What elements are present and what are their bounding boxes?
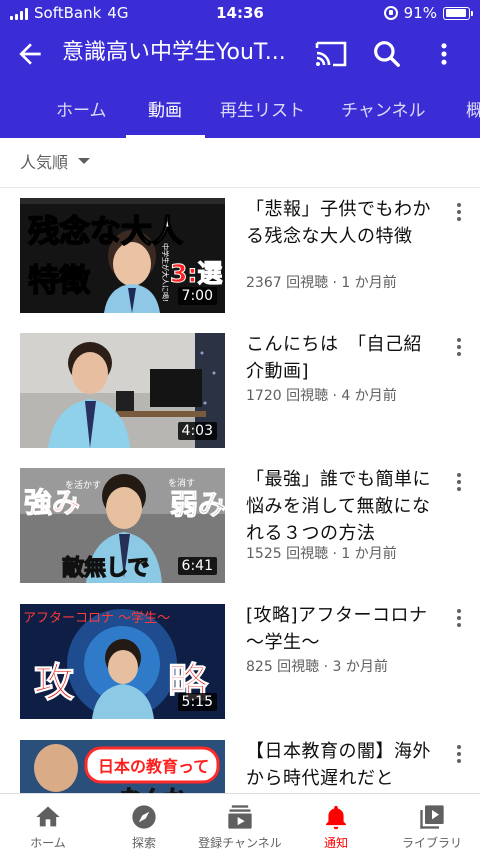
video-duration: 4:03: [177, 422, 217, 440]
channel-tabs: ホーム 動画 再生リスト チャンネル 概: [0, 82, 480, 138]
tab-videos[interactable]: 動画: [148, 96, 182, 121]
channel-header: SoftBank 4G 14:36 91% 意識高い中学生YouT... ホーム…: [0, 0, 480, 138]
video-title[interactable]: 「悲報」子供でもわかる残念な大人の特徴: [246, 196, 436, 250]
video-thumbnail[interactable]: 残念な大人 特徴 3:選 中学生が大人に喝! 7:00: [20, 198, 225, 313]
video-duration: 5:15: [177, 693, 217, 711]
nav-label: ライブラリ: [401, 836, 462, 850]
video-duration: 6:41: [177, 557, 217, 575]
video-meta: 825 回視聴 · 3 か月前: [246, 659, 388, 675]
battery-icon: [443, 6, 473, 20]
video-thumbnail[interactable]: アフターコロナ ～学生～ 攻 略 5:15: [20, 604, 225, 719]
divider: [0, 187, 480, 188]
rotation-lock-icon: [383, 6, 398, 20]
video-title[interactable]: 【日本教育の闇】海外から時代遅れだと: [246, 738, 436, 792]
video-duration: 7:00: [177, 287, 217, 305]
video-meta: 2367 回視聴 · 1 か月前: [246, 275, 397, 291]
nav-explore[interactable]: 探索: [96, 794, 192, 854]
thumb-text: 弱み: [170, 488, 225, 521]
search-icon[interactable]: [371, 38, 403, 70]
thumb-text: 中学生が大人に喝!: [161, 243, 170, 302]
nav-label: 通知: [323, 836, 348, 850]
video-item[interactable]: 4:03 こんにちは 「自己紹介動画] 1720 回視聴 · 4 か月前: [0, 333, 480, 453]
nav-label: ホーム: [30, 836, 66, 850]
video-item[interactable]: 残念な大人 特徴 3:選 中学生が大人に喝! 7:00 「悲報」子供でもわかる残…: [0, 198, 480, 318]
video-more-icon[interactable]: [452, 472, 466, 492]
channel-title: 意識高い中学生YouT...: [62, 40, 286, 65]
status-bar: SoftBank 4G 14:36 91%: [0, 0, 480, 26]
dropdown-caret-icon: [78, 158, 91, 164]
home-icon: [36, 806, 60, 827]
active-tab-indicator: [126, 135, 205, 138]
video-thumbnail[interactable]: 強み を活かす 弱み を消す 敵無しで 6:41: [20, 468, 225, 583]
compass-icon: [132, 805, 156, 829]
more-vert-icon[interactable]: [430, 38, 458, 70]
video-meta: 1525 回視聴 · 1 か月前: [246, 546, 397, 562]
thumb-text: 残念な大人: [28, 214, 183, 250]
tab-about[interactable]: 概: [466, 96, 480, 121]
thumb-text: 特徴: [28, 263, 91, 299]
video-title[interactable]: 「最強」誰でも簡単に悩みを消して無敵になれる３つの方法: [246, 466, 436, 547]
bottom-navigation: ホーム 探索 登録チャンネル 通知 ライブラリ: [0, 793, 480, 854]
thumb-text: を消す: [168, 477, 195, 489]
video-more-icon[interactable]: [452, 202, 466, 222]
tab-home[interactable]: ホーム: [56, 96, 107, 121]
video-meta: 1720 回視聴 · 4 か月前: [246, 388, 397, 404]
video-more-icon[interactable]: [452, 608, 466, 628]
nav-home[interactable]: ホーム: [0, 794, 96, 854]
library-icon: [420, 805, 444, 829]
tab-channels[interactable]: チャンネル: [341, 96, 426, 121]
nav-notifications[interactable]: 通知: [288, 794, 384, 854]
thumb-text: 3:選: [170, 259, 222, 288]
video-thumbnail[interactable]: 4:03: [20, 333, 225, 448]
subscriptions-icon: [228, 805, 252, 829]
thumb-text: 敵無しで: [62, 555, 149, 581]
back-arrow-icon[interactable]: [14, 38, 46, 70]
nav-subscriptions[interactable]: 登録チャンネル: [192, 794, 288, 854]
cast-icon[interactable]: [314, 39, 348, 69]
video-more-icon[interactable]: [452, 744, 466, 764]
video-item[interactable]: 強み を活かす 弱み を消す 敵無しで 6:41 「最強」誰でも簡単に悩みを消し…: [0, 468, 480, 588]
video-more-icon[interactable]: [452, 337, 466, 357]
sort-label: 人気順: [20, 153, 69, 172]
bell-icon: [326, 805, 346, 830]
video-title[interactable]: [攻略]アフターコロナ ～学生～: [246, 602, 446, 656]
nav-library[interactable]: ライブラリ: [384, 794, 480, 854]
sort-dropdown[interactable]: 人気順: [20, 149, 91, 173]
thumb-text: 攻: [34, 660, 74, 706]
video-title[interactable]: こんにちは 「自己紹介動画]: [246, 331, 436, 385]
nav-label: 探索: [131, 836, 156, 850]
app-bar: 意識高い中学生YouT...: [0, 26, 480, 82]
thumb-text: 日本の教育って: [98, 757, 209, 776]
thumb-text: アフターコロナ ～学生～: [23, 610, 170, 626]
nav-label: 登録チャンネル: [198, 836, 282, 850]
battery-percent: 91%: [403, 4, 437, 22]
thumb-text: を活かす: [65, 479, 101, 491]
tab-playlists[interactable]: 再生リスト: [220, 96, 305, 121]
video-item[interactable]: アフターコロナ ～学生～ 攻 略 5:15 [攻略]アフターコロナ ～学生～ 8…: [0, 604, 480, 724]
